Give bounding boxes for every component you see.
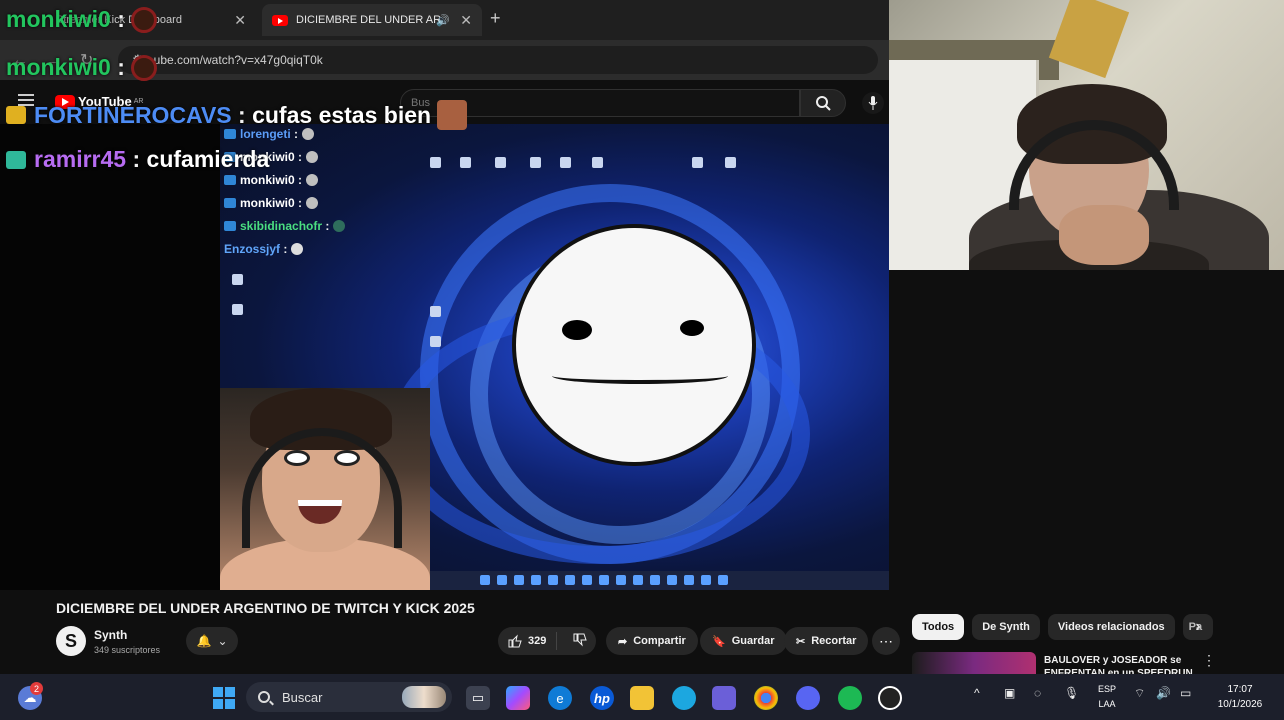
recommended-thumbnail[interactable] — [912, 652, 1036, 674]
chip-todos[interactable]: Todos — [912, 614, 965, 640]
youtube-favicon-icon — [272, 14, 288, 26]
like-button[interactable]: 329 — [498, 632, 558, 650]
tab-label: DICIEMBRE DEL UNDER AR — [296, 14, 442, 26]
scissors-icon: ✂ — [796, 635, 806, 648]
video-chat-overlay: lorengeti : monkiwi0 : monkiwi0 : monkiw… — [224, 122, 384, 260]
chat-line: monkiwi0 : — [224, 191, 384, 214]
tray-icon[interactable]: ◌ — [1034, 686, 1041, 700]
save-button[interactable]: 🔖 Guardar — [700, 627, 787, 655]
like-dislike-bar: 329 — [498, 627, 596, 655]
overlay-chat-line: monkiwi0 : — [6, 54, 157, 81]
tray-app-icon[interactable]: ▣ — [1004, 686, 1015, 700]
chrome-icon[interactable] — [754, 686, 778, 710]
teams-icon[interactable] — [712, 686, 736, 710]
share-button[interactable]: ➦ Compartir — [606, 627, 698, 655]
bell-icon: 🔔 — [196, 634, 212, 648]
voice-search-button[interactable] — [862, 92, 884, 114]
channel-avatar[interactable]: S — [56, 626, 86, 656]
video-title: DICIEMBRE DEL UNDER ARGENTINO DE TWITCH … — [56, 600, 475, 616]
chevron-right-icon[interactable]: › — [1186, 614, 1210, 640]
clip-button[interactable]: ✂ Recortar — [784, 627, 869, 655]
smiley-face-image — [512, 224, 756, 466]
hp-icon[interactable]: hp — [590, 686, 614, 710]
chat-line: skibidinachofr : — [224, 214, 384, 237]
start-button[interactable] — [212, 686, 236, 710]
chip-videos-relacionados[interactable]: Videos relacionados — [1047, 614, 1175, 640]
thumbs-up-icon — [508, 634, 522, 648]
spotify-icon[interactable] — [838, 686, 862, 710]
url-text: ube.com/watch?v=x47g0qiqT0k — [153, 53, 323, 67]
crown-badge-icon — [6, 106, 26, 124]
microphone-icon — [868, 96, 878, 110]
chevron-up-icon[interactable]: ^ — [974, 686, 980, 700]
speaker-icon[interactable]: 🔊 — [436, 14, 450, 27]
tab-close-icon[interactable]: ✕ — [234, 12, 246, 29]
battery-icon[interactable]: ▭ — [1180, 686, 1191, 700]
subscriber-badge-icon — [6, 150, 26, 169]
more-actions-icon[interactable]: ⋯ — [872, 627, 900, 655]
recommended-title[interactable]: BAULOVER y JOSEADOR se ENFRENTAN en un S… — [1044, 654, 1194, 674]
copilot-icon[interactable] — [506, 686, 530, 710]
wifi-icon[interactable]: ⌔ — [1134, 686, 1145, 701]
search-highlight-image — [402, 686, 446, 708]
tab-close-icon[interactable]: ✕ — [460, 12, 472, 29]
taskbar-search-input[interactable]: Buscar — [246, 682, 452, 712]
language-indicator[interactable]: ESP LAA — [1092, 682, 1122, 712]
overlay-chat-line: FORTINEROCAVS : cufas estas bien — [6, 100, 468, 130]
system-clock[interactable]: 17:07 10/1/2026 — [1210, 682, 1270, 712]
overlay-chat-line: monkiwi0 : — [6, 6, 157, 33]
chip-de-synth[interactable]: De Synth — [972, 614, 1040, 640]
windows-logo-icon — [213, 687, 235, 709]
edge-icon[interactable]: e — [548, 686, 572, 710]
file-explorer-icon[interactable] — [630, 686, 654, 710]
share-icon: ➦ — [618, 635, 628, 648]
microphone-icon[interactable]: 🎙 — [1064, 686, 1079, 700]
related-chips: Todos De Synth Videos relacionados Pa — [912, 614, 1213, 640]
store-icon[interactable] — [672, 686, 696, 710]
search-icon — [816, 96, 831, 111]
search-button[interactable] — [800, 89, 846, 117]
discord-icon[interactable] — [796, 686, 820, 710]
dislike-button[interactable] — [563, 633, 597, 650]
streamer-facecam — [220, 388, 430, 590]
task-view-icon[interactable]: ▭ — [466, 686, 490, 710]
bookmark-icon: 🔖 — [712, 635, 726, 648]
webcam-feed — [889, 0, 1284, 270]
chat-line: Enzossjyf : — [224, 237, 384, 260]
volume-icon[interactable]: 🔊 — [1156, 686, 1171, 700]
thumbs-down-icon — [573, 633, 588, 647]
tab-youtube-video[interactable]: DICIEMBRE DEL UNDER AR 🔊 ✕ — [262, 4, 482, 36]
notification-badge: 2 — [30, 682, 43, 695]
overlay-chat-line: ramirr45 : cufamierda — [6, 146, 269, 173]
subscriber-count: 349 suscriptores — [94, 645, 161, 655]
right-pane — [889, 270, 1284, 670]
chevron-down-icon: ⌄ — [217, 634, 228, 648]
new-tab-icon[interactable]: + — [490, 8, 501, 29]
search-icon — [258, 691, 270, 703]
more-vert-icon[interactable]: ⋮ — [1202, 652, 1216, 669]
url-input[interactable]: ⚙ ube.com/watch?v=x47g0qiqT0k — [118, 46, 878, 74]
app-icon[interactable] — [878, 686, 902, 710]
channel-name[interactable]: Synth — [94, 628, 127, 642]
subscription-bell-button[interactable]: 🔔 ⌄ — [186, 627, 238, 655]
